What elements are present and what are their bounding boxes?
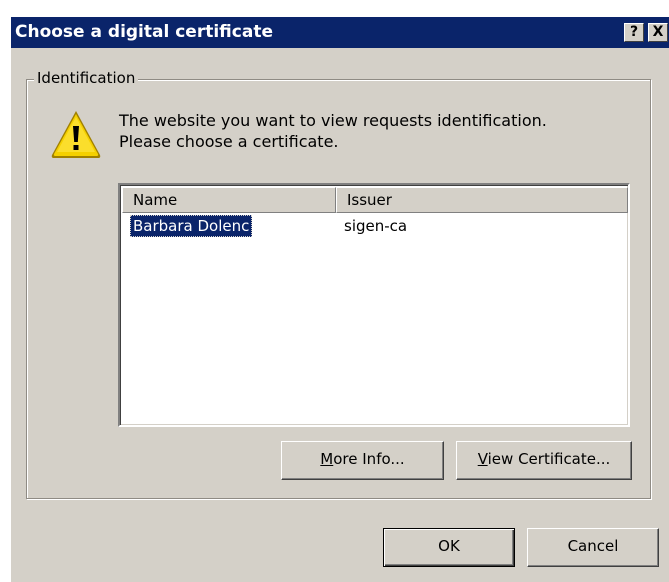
help-button[interactable]: ? (624, 23, 644, 42)
close-button[interactable]: X (648, 23, 668, 42)
more-info-label: ore Info... (333, 450, 405, 468)
window-title: Choose a digital certificate (15, 22, 273, 42)
identification-group-label: Identification (34, 69, 139, 87)
certificate-name[interactable]: Barbara Dolenc (130, 215, 253, 237)
view-certificate-button[interactable]: View Certificate... (456, 441, 632, 480)
more-info-mnemonic: M (320, 450, 334, 468)
column-header-issuer[interactable]: Issuer (336, 187, 628, 213)
title-bar[interactable]: Choose a digital certificate ? X (11, 17, 669, 48)
list-header: Name Issuer (122, 187, 628, 213)
message-line-1: The website you want to view requests id… (119, 111, 547, 130)
more-info-button[interactable]: More Info... (281, 441, 444, 480)
message-line-2: Please choose a certificate. (119, 132, 339, 151)
identification-message: The website you want to view requests id… (119, 110, 639, 152)
column-header-name[interactable]: Name (122, 187, 336, 213)
cancel-button[interactable]: Cancel (527, 528, 659, 567)
certificate-issuer[interactable]: sigen-ca (344, 215, 407, 237)
warning-triangle-icon (51, 111, 101, 158)
certificate-row[interactable]: Barbara Dolenc sigen-ca (122, 215, 628, 237)
view-certificate-mnemonic: V (477, 450, 488, 468)
certificate-list[interactable]: Name Issuer Barbara Dolenc sigen-ca (118, 183, 630, 427)
ok-button[interactable]: OK (383, 528, 515, 567)
view-certificate-label: iew Certificate... (487, 450, 611, 468)
